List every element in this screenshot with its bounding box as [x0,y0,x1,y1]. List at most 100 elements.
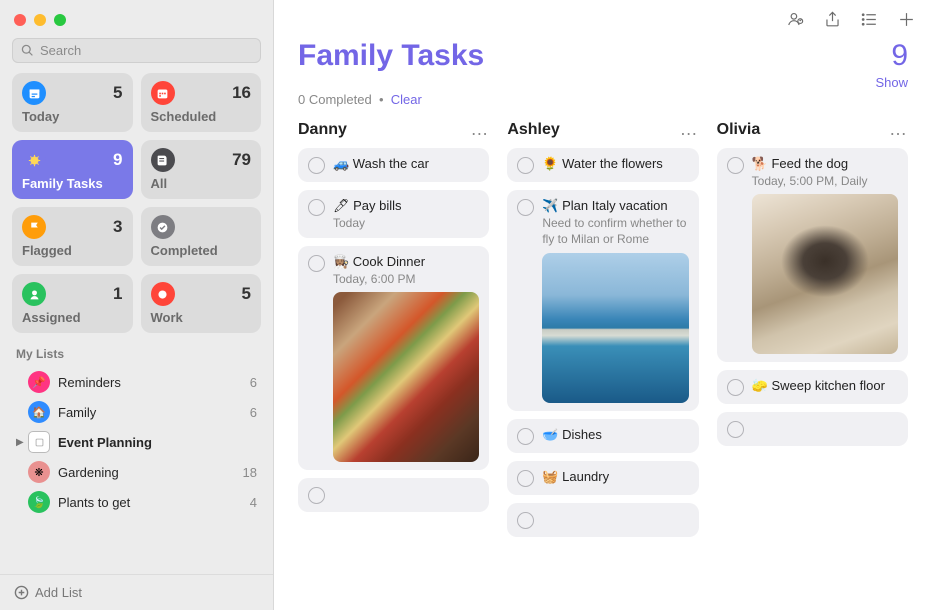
new-task-placeholder[interactable] [298,478,489,512]
share-button[interactable] [823,10,842,29]
flagged-icon [22,215,46,239]
clear-completed-button[interactable]: Clear [391,92,422,107]
task-meta: Today, 5:00 PM, Daily [752,174,898,188]
task-item[interactable]: 👩🏽‍🍳 Cook Dinner Today, 6:00 PM [298,246,489,470]
task-checkbox[interactable] [308,255,325,272]
list-icon: 📌 [28,371,50,393]
column-menu-button[interactable]: … [470,119,489,140]
list-count: 6 [250,375,257,390]
sidebar-list-item[interactable]: 🍃Plants to get4 [12,487,261,517]
task-checkbox[interactable] [517,428,534,445]
list-icon: 🏠 [28,401,50,423]
sidebar: Search 5Today16Scheduled9Family Tasks79A… [0,0,274,610]
task-image [333,292,479,462]
list-subheader: 0 Completed • Clear [274,90,932,119]
smart-list-count: 16 [232,83,251,103]
collaborate-button[interactable] [786,10,805,29]
task-checkbox[interactable] [517,470,534,487]
task-title: 🧺 Laundry [542,469,688,485]
sidebar-list-item[interactable]: ❋Gardening18 [12,457,261,487]
person-badge-icon [786,10,805,29]
column-menu-button[interactable]: … [680,119,699,140]
task-checkbox[interactable] [517,157,534,174]
close-window[interactable] [14,14,26,26]
new-reminder-button[interactable] [897,10,916,29]
task-item[interactable]: 🥣 Dishes [507,419,698,453]
smart-list-label: Scheduled [151,109,252,124]
smart-list-completed[interactable]: Completed [141,207,262,266]
new-task-placeholder[interactable] [507,503,698,537]
task-checkbox[interactable] [517,199,534,216]
column: Ashley…🌻 Water the flowers✈️ Plan Italy … [507,119,698,592]
column-menu-button[interactable]: … [889,119,908,140]
today-icon [22,81,46,105]
task-item[interactable]: 🧽 Sweep kitchen floor [717,370,908,404]
search-input[interactable]: Search [12,38,261,63]
sidebar-list-item[interactable]: 📌 Reminders6 [12,367,261,397]
task-title: 🐕 Feed the dog [752,156,898,172]
completed-icon [151,215,175,239]
add-list-button[interactable]: Add List [0,574,273,610]
task-item[interactable]: 🐕 Feed the dog Today, 5:00 PM, Daily [717,148,908,362]
all-icon [151,148,175,172]
show-completed-button[interactable]: Show [875,75,908,90]
smart-list-label: Today [22,109,123,124]
task-checkbox[interactable] [727,157,744,174]
task-checkbox[interactable] [517,512,534,529]
sidebar-list-item[interactable]: ▶ Event Planning [12,427,261,457]
column-name: Danny [298,121,347,139]
list-name: Event Planning [58,435,257,450]
task-title: 🧽 Sweep kitchen floor [752,378,898,394]
plus-icon [897,10,916,29]
maximize-window[interactable] [54,14,66,26]
task-item[interactable]: 🖊 Pay billsToday [298,190,489,238]
list-count: 4 [250,495,257,510]
task-image [752,194,898,354]
task-checkbox[interactable] [727,421,744,438]
folder-icon [28,431,50,453]
smart-list-scheduled[interactable]: 16 Scheduled [141,73,262,132]
add-list-label: Add List [35,585,82,600]
task-item[interactable]: 🌻 Water the flowers [507,148,698,182]
minimize-window[interactable] [34,14,46,26]
disclosure-icon[interactable]: ▶ [16,437,26,448]
family-icon [22,148,46,172]
search-icon [21,44,34,57]
task-item[interactable]: 🧺 Laundry [507,461,698,495]
column: Danny … 🚙 Wash the car 🖊 Pay billsToday 👩🏽‍🍳… [298,119,489,592]
smart-list-label: All [151,176,252,191]
smart-list-family[interactable]: 9Family Tasks [12,140,133,199]
task-title: 🥣 Dishes [542,427,688,443]
task-title [333,486,479,502]
share-icon [823,10,842,29]
task-checkbox[interactable] [308,199,325,216]
task-checkbox[interactable] [308,487,325,504]
column: Olivia…🐕 Feed the dogToday, 5:00 PM, Dai… [717,119,908,592]
plus-circle-icon [14,585,29,600]
smart-list-today[interactable]: 5Today [12,73,133,132]
scheduled-icon [151,81,175,105]
task-item[interactable]: ✈️ Plan Italy vacationNeed to confirm wh… [507,190,698,411]
list-name: Plants to get [58,495,250,510]
main-content: Family Tasks 9 Show 0 Completed • Clear … [274,0,932,610]
list-count: 9 [875,39,908,73]
list-header: Family Tasks 9 Show [274,39,932,90]
new-task-placeholder[interactable] [717,412,908,446]
sidebar-list-item[interactable]: 🏠Family6 [12,397,261,427]
toolbar [274,0,932,39]
smart-list-count: 1 [113,284,122,304]
task-meta: Today, 6:00 PM [333,272,479,286]
task-checkbox[interactable] [308,157,325,174]
task-item[interactable]: 🚙 Wash the car [298,148,489,182]
smart-list-assigned[interactable]: 1Assigned [12,274,133,333]
task-checkbox[interactable] [727,379,744,396]
list-name: Reminders [58,375,250,390]
search-placeholder: Search [40,43,81,58]
task-title: 🖊 Pay bills [333,198,479,214]
task-title: 👩🏽‍🍳 Cook Dinner [333,254,479,270]
smart-list-count: 3 [113,217,122,237]
smart-list-work[interactable]: 5Work [141,274,262,333]
smart-list-all[interactable]: 79All [141,140,262,199]
smart-list-flagged[interactable]: 3Flagged [12,207,133,266]
view-options-button[interactable] [860,10,879,29]
